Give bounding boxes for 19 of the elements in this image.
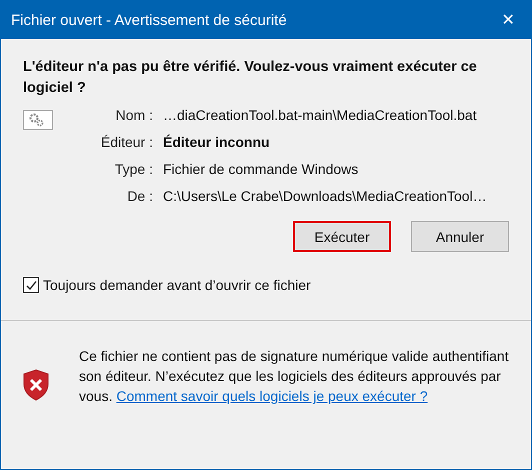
gear-file-icon: [23, 110, 53, 130]
shield-error-icon: [23, 369, 49, 401]
field-label: Éditeur :: [100, 134, 153, 150]
field-label: Nom :: [114, 107, 153, 123]
help-link[interactable]: Comment savoir quels logiciels je peux exécuter ?: [116, 388, 428, 404]
dialog-button[interactable]: Exécuter: [293, 221, 391, 252]
window-title: Fichier ouvert - Avertissement de sécurité: [11, 12, 287, 28]
checkbox-label: Toujours demander avant d’ouvrir ce fichier: [43, 277, 311, 293]
field-value: Éditeur inconnu: [163, 134, 271, 150]
field-value: C:\Users\Le Crabe\Downloads\MediaCreationTool…: [163, 188, 487, 204]
warning-heading: L'éditeur n'a pas pu être vérifié. Voulez-vous vraiment exécuter ce logiciel ?: [23, 58, 478, 98]
field-value: Fichier de commande Windows: [163, 161, 360, 177]
dialog-button[interactable]: Annuler: [411, 221, 509, 252]
field-value: …diaCreationTool.bat-main\MediaCreationTool.bat: [163, 107, 478, 123]
field-label: De :: [126, 188, 153, 204]
close-button[interactable]: ✕: [485, 1, 531, 39]
field-label: Type :: [114, 161, 153, 177]
warning-text: Ce fichier ne contient pas de signature numérique valide authentifiant son éditeur. N’exécutez que les logiciels des éditeurs approuvés par vous. Comment savoir quels logiciels je peux exécuter ?: [79, 347, 510, 406]
checkbox[interactable]: [23, 277, 39, 293]
